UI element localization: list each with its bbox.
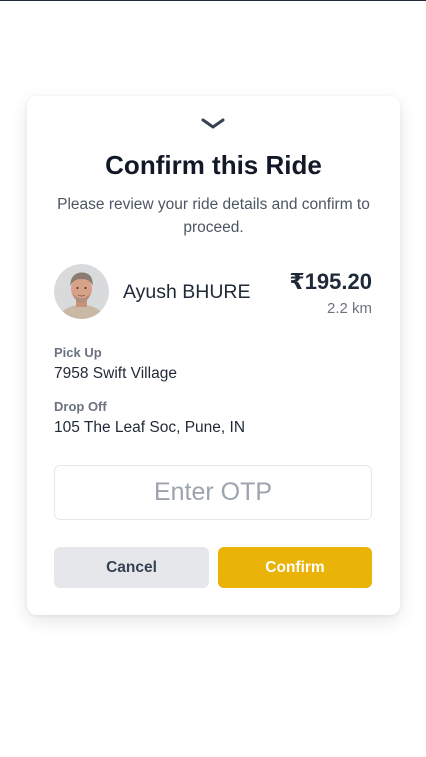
modal-subtitle: Please review your ride details and conf… xyxy=(57,196,370,236)
confirm-button[interactable]: Confirm xyxy=(218,547,372,588)
fare-amount: ₹195.20 xyxy=(289,269,372,294)
top-divider xyxy=(0,0,426,1)
driver-avatar-photo xyxy=(54,264,109,319)
modal-title: Confirm this Ride xyxy=(105,150,322,180)
pickup-label: Pick Up xyxy=(54,345,102,360)
cancel-button[interactable]: Cancel xyxy=(54,547,209,588)
dropoff-address: 105 The Leaf Soc, Pune, IN xyxy=(54,419,246,436)
avatar xyxy=(54,264,109,319)
confirm-ride-modal: Confirm this Ride Please review your rid… xyxy=(27,96,400,615)
driver-name: Ayush BHURE xyxy=(123,281,251,303)
otp-input[interactable] xyxy=(54,465,372,520)
chevron-down-icon[interactable] xyxy=(201,118,225,130)
pickup-address: 7958 Swift Village xyxy=(54,365,177,382)
ride-distance: 2.2 km xyxy=(326,300,372,317)
dropoff-label: Drop Off xyxy=(54,399,107,414)
